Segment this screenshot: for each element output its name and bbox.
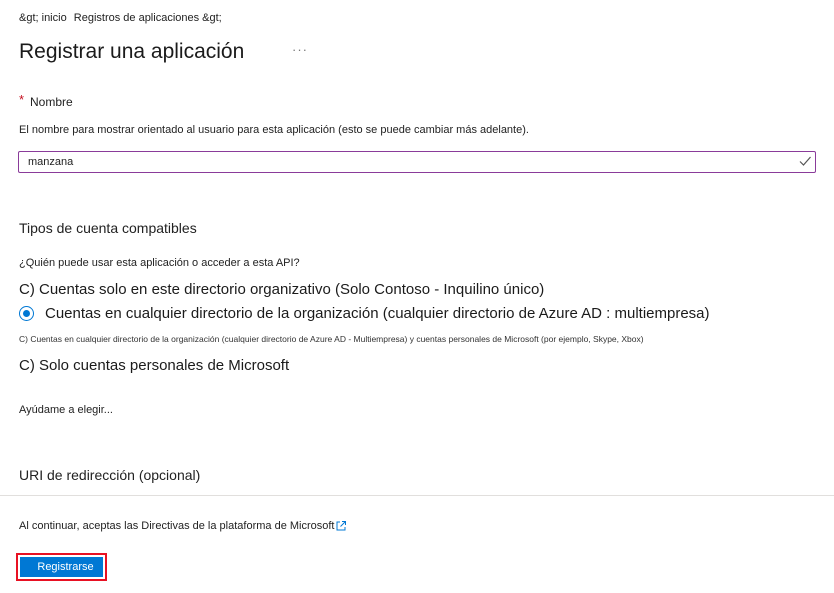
register-button-highlight: Registrarse xyxy=(16,553,107,581)
help-me-choose-link[interactable]: Ayúdame a elegir... xyxy=(19,404,113,416)
external-link-icon[interactable] xyxy=(335,520,347,532)
page-title: Registrar una aplicación xyxy=(19,40,245,63)
radio-option-multitenant-personal[interactable]: C) Cuentas en cualquier directorio de la… xyxy=(19,334,644,344)
more-options-button[interactable]: ··· xyxy=(292,42,308,57)
check-icon xyxy=(799,156,811,166)
name-label: Nombre xyxy=(30,95,73,109)
redirect-uri-title: URI de redirección (opcional) xyxy=(19,467,201,483)
radio-option-single-tenant[interactable]: C) Cuentas solo en este directorio organ… xyxy=(19,281,544,298)
radio-multitenant-selected[interactable] xyxy=(19,306,34,321)
name-input[interactable] xyxy=(18,151,816,173)
name-help-text: El nombre para mostrar orientado al usua… xyxy=(19,124,529,136)
account-types-title: Tipos de cuenta compatibles xyxy=(19,220,197,236)
terms-notice: Al continuar, aceptas las Directivas de … xyxy=(19,520,347,532)
required-indicator: * xyxy=(19,92,25,107)
radio-option-multitenant[interactable]: Cuentas en cualquier directorio de la or… xyxy=(45,305,710,322)
breadcrumb-app-registrations-link[interactable]: Registros de aplicaciones &gt; xyxy=(74,12,222,24)
account-types-question: ¿Quién puede usar esta aplicación o acce… xyxy=(19,257,300,269)
breadcrumb: &gt; inicio Registros de aplicaciones &g… xyxy=(19,12,226,24)
register-button[interactable]: Registrarse xyxy=(20,557,103,577)
divider xyxy=(0,495,834,496)
radio-option-personal[interactable]: C) Solo cuentas personales de Microsoft xyxy=(19,357,289,374)
terms-text[interactable]: Al continuar, aceptas las Directivas de … xyxy=(19,520,334,532)
breadcrumb-home-link[interactable]: &gt; inicio xyxy=(19,12,67,24)
